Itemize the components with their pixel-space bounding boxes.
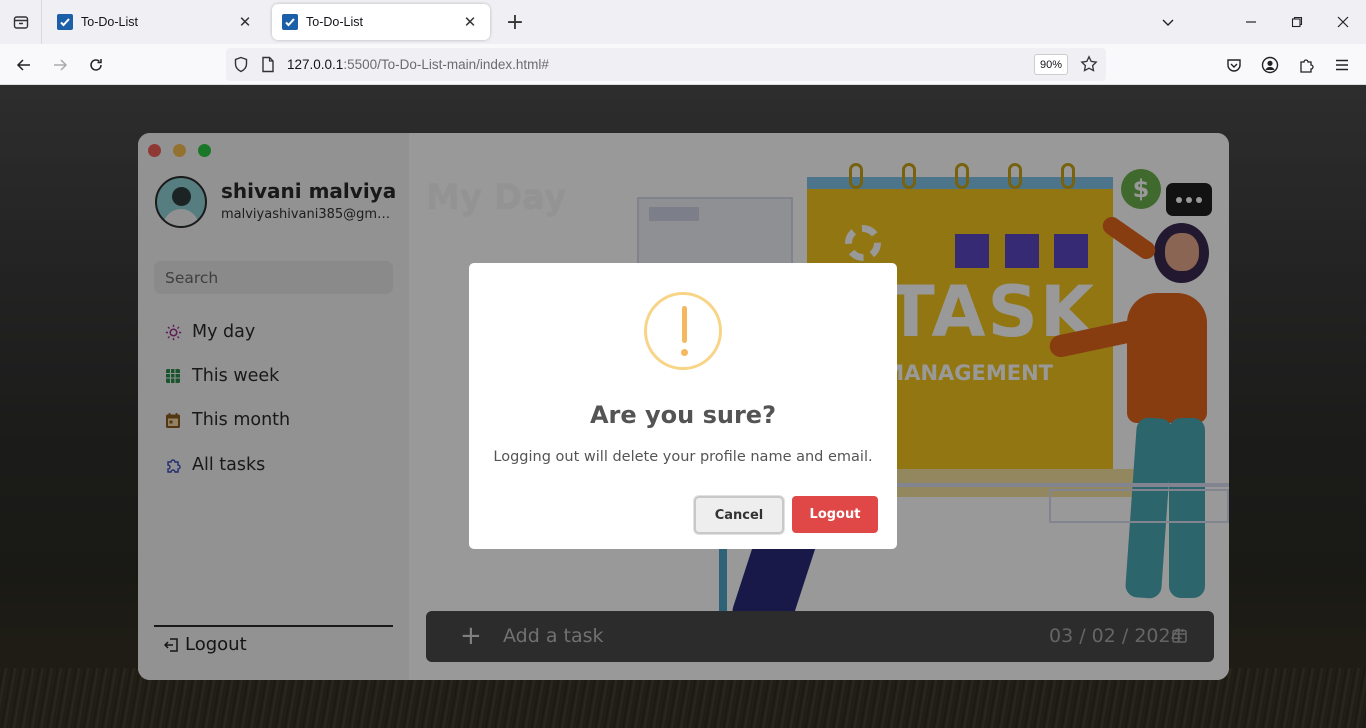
browser-tab-bar: To-Do-List ✕ To-Do-List ✕ + [0,0,1366,44]
tab-title: To-Do-List [81,15,138,29]
tab-title: To-Do-List [306,15,363,29]
dialog-message: Logging out will delete your profile nam… [493,449,873,465]
new-tab-plus-icon[interactable]: + [503,10,527,35]
tab-list-button[interactable] [0,0,42,44]
minimize-icon[interactable] [1236,8,1266,36]
reload-icon[interactable] [81,50,111,80]
url-text[interactable]: 127.0.0.1:5500/To-Do-List-main/index.htm… [287,57,549,72]
url-host: 127.0.0.1 [287,57,344,72]
tab-close-icon[interactable]: ✕ [235,12,255,32]
shield-icon[interactable] [233,56,249,73]
menu-hamburger-icon[interactable] [1327,50,1357,80]
checkbox-favicon-icon [282,14,298,30]
account-icon[interactable] [1255,50,1285,80]
browser-tab[interactable]: To-Do-List ✕ [47,4,265,40]
page-icon [262,56,274,73]
tab-overflow-chevron-down-icon[interactable] [1153,8,1183,36]
tab-close-icon[interactable]: ✕ [460,12,480,32]
window-close-icon[interactable] [1328,8,1358,36]
warning-exclamation-icon [644,292,722,370]
dialog-title: Are you sure? [589,401,777,429]
restore-icon[interactable] [1282,8,1312,36]
back-arrow-icon[interactable] [9,50,39,80]
url-bar[interactable]: 127.0.0.1:5500/To-Do-List-main/index.htm… [226,48,1106,81]
extensions-puzzle-icon[interactable] [1291,50,1321,80]
bookmark-star-icon[interactable] [1080,55,1098,73]
browser-tab-active[interactable]: To-Do-List ✕ [272,4,490,40]
confirm-logout-button[interactable]: Logout [792,496,878,533]
tab-list-icon [13,16,28,29]
browser-nav-bar: 127.0.0.1:5500/To-Do-List-main/index.htm… [0,44,1366,85]
url-path: :5500/To-Do-List-main/index.html# [343,57,549,72]
confirm-logout-dialog: Are you sure? Logging out will delete yo… [469,263,897,549]
zoom-level-badge[interactable]: 90% [1034,54,1068,75]
forward-arrow-icon[interactable] [45,50,75,80]
cancel-button[interactable]: Cancel [694,496,784,534]
pocket-icon[interactable] [1219,50,1249,80]
checkbox-favicon-icon [57,14,73,30]
